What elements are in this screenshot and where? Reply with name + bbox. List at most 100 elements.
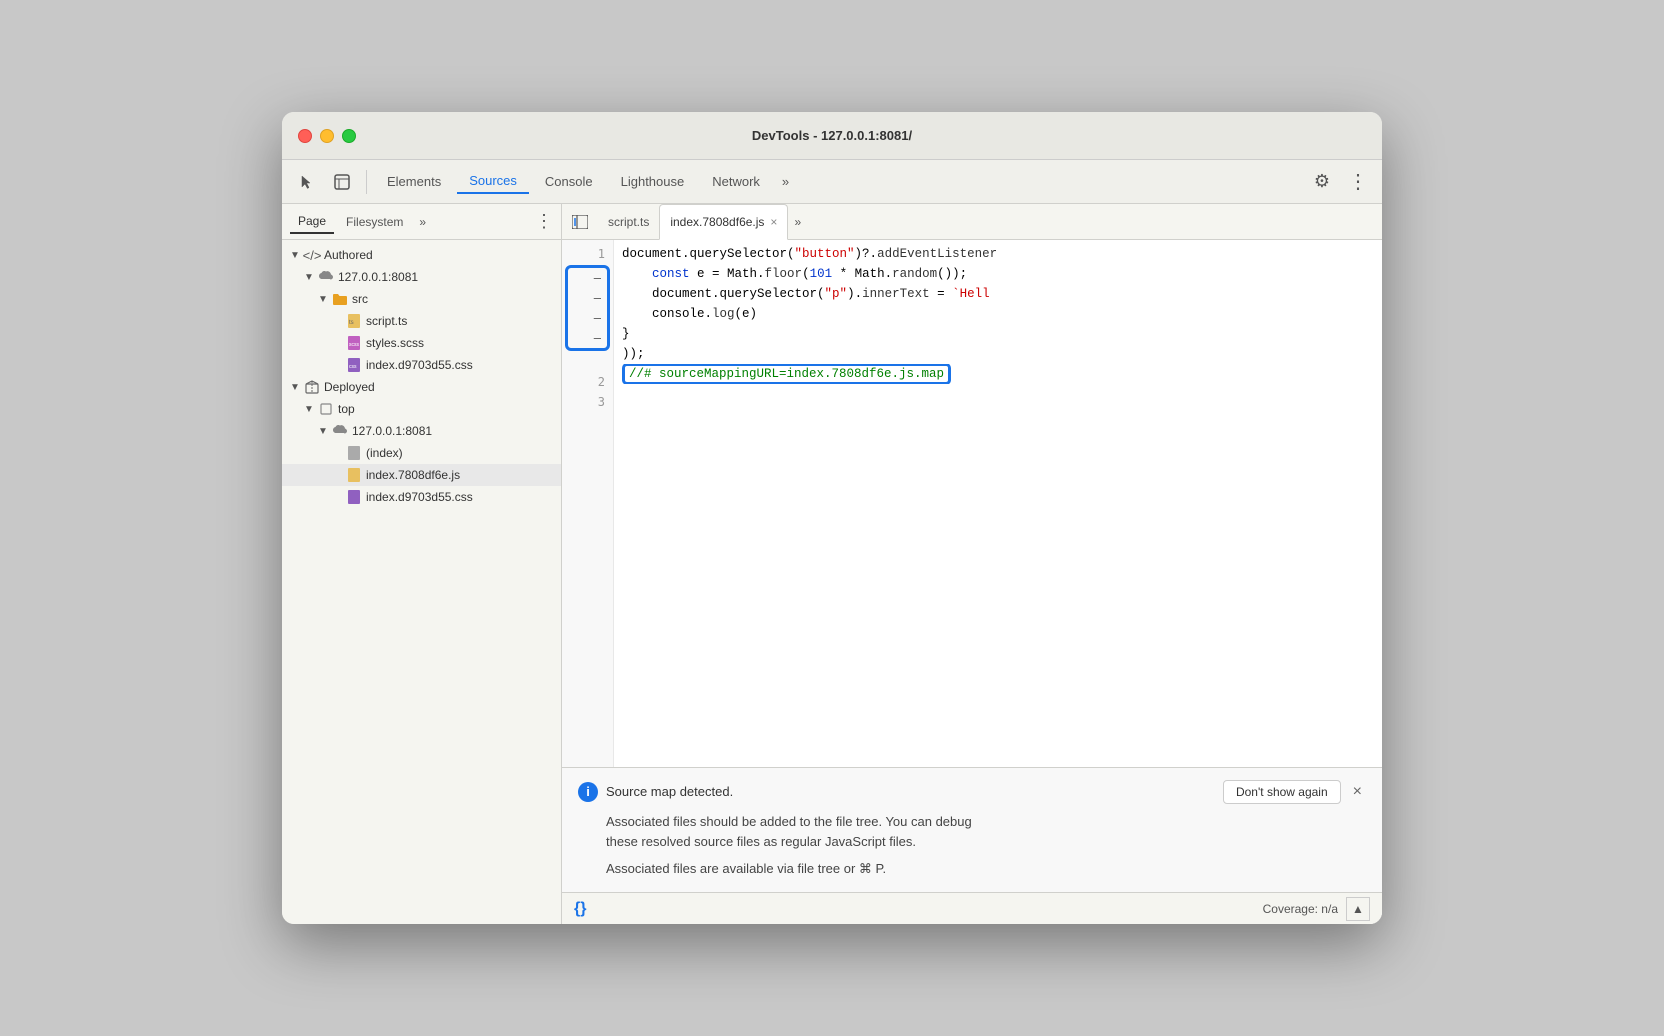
tree-item-label: Deployed (324, 380, 375, 394)
editor-tabs: script.ts index.7808df6e.js × » (562, 204, 1382, 240)
line-number-2: 2 (562, 372, 613, 392)
inspect-icon[interactable] (326, 166, 358, 198)
line-numbers: 1 – – – – 2 3 (562, 240, 614, 767)
sidebar-tab-filesystem[interactable]: Filesystem (338, 211, 411, 233)
tree-item-label: index.d9703d55.css (366, 490, 473, 504)
css-file-icon-2 (346, 489, 362, 505)
minimize-button[interactable] (320, 129, 334, 143)
svg-text:scss: scss (349, 342, 360, 348)
sidebar-item-src[interactable]: ▼ src (282, 288, 561, 310)
tree-item-label: script.ts (366, 314, 407, 328)
up-arrow-icon: ▲ (1352, 902, 1364, 916)
notification-title: Source map detected. (606, 784, 1215, 799)
code-line-5: } (622, 324, 1374, 344)
line-number-empty (562, 352, 613, 372)
tree-arrow: ▼ (318, 426, 332, 437)
notification-bar: i Source map detected. Don't show again … (562, 767, 1382, 892)
svg-text:css: css (349, 364, 357, 370)
sidebar-item-indexcss[interactable]: css index.d9703d55.css (282, 354, 561, 376)
css-file-icon: css (346, 357, 362, 373)
toggle-sidebar-icon[interactable] (566, 208, 594, 236)
sidebar-tabs: Page Filesystem » ⋮ (282, 204, 561, 240)
code-editor: 1 – – – – 2 3 (562, 240, 1382, 892)
line-numbers-highlight-box: – – – – (565, 265, 610, 351)
coverage-label: Coverage: n/a (1263, 902, 1338, 916)
code-icon: </> (304, 247, 320, 263)
cursor-icon[interactable] (290, 166, 322, 198)
tree-item-label: styles.scss (366, 336, 424, 350)
maximize-button[interactable] (342, 129, 356, 143)
tab-console[interactable]: Console (533, 170, 605, 193)
settings-icon[interactable]: ⚙ (1306, 166, 1338, 198)
traffic-lights (298, 129, 356, 143)
tree-item-label: 127.0.0.1:8081 (352, 424, 432, 438)
tab-lighthouse[interactable]: Lighthouse (609, 170, 697, 193)
editor-tab-label-active: index.7808df6e.js (670, 215, 764, 229)
sidebar-item-indexjs[interactable]: index.7808df6e.js (282, 464, 561, 486)
window-title: DevTools - 127.0.0.1:8081/ (752, 128, 912, 143)
sidebar-content: ▼ </> Authored ▼ 127.0.0.1:8081 ▼ (282, 240, 561, 924)
tab-network[interactable]: Network (700, 170, 772, 193)
tree-item-label: 127.0.0.1:8081 (338, 270, 418, 284)
code-line-4: console.log(e) (622, 304, 1374, 324)
tree-arrow: ▼ (318, 294, 332, 305)
tree-arrow: ▼ (304, 272, 318, 283)
notification-line3: Associated files are available via file … (606, 859, 1366, 880)
tab-elements[interactable]: Elements (375, 170, 453, 193)
notification-close-button[interactable]: × (1349, 783, 1366, 801)
titlebar: DevTools - 127.0.0.1:8081/ (282, 112, 1382, 160)
sidebar: Page Filesystem » ⋮ ▼ </> Authored ▼ (282, 204, 562, 924)
notification-body: Associated files should be added to the … (606, 812, 1366, 880)
dont-show-button[interactable]: Don't show again (1223, 780, 1341, 804)
sidebar-item-stylesscss[interactable]: scss styles.scss (282, 332, 561, 354)
sidebar-item-authored[interactable]: ▼ </> Authored (282, 244, 561, 266)
folder-icon (332, 291, 348, 307)
tree-arrow: ▼ (290, 382, 304, 393)
sidebar-tab-page[interactable]: Page (290, 210, 334, 234)
code-line-2: const e = Math.floor(101 * Math.random()… (622, 264, 1374, 284)
ts-file-icon: ts (346, 313, 362, 329)
tree-item-label: index.7808df6e.js (366, 468, 460, 482)
sidebar-item-indexcss2[interactable]: index.d9703d55.css (282, 486, 561, 508)
tree-item-label: Authored (324, 248, 373, 262)
line-number-dash-3: – (568, 308, 607, 328)
format-code-button[interactable]: {} (574, 900, 586, 918)
sidebar-item-top[interactable]: ▼ top (282, 398, 561, 420)
sidebar-menu-icon[interactable]: ⋮ (535, 211, 553, 232)
devtools-window: DevTools - 127.0.0.1:8081/ Elements Sour… (282, 112, 1382, 924)
cloud-icon (318, 269, 334, 285)
sidebar-item-host1[interactable]: ▼ 127.0.0.1:8081 (282, 266, 561, 288)
line-number-1: 1 (562, 244, 613, 264)
more-options-icon[interactable]: ⋮ (1342, 166, 1374, 198)
cloud-icon-2 (332, 423, 348, 439)
js-file-icon (346, 467, 362, 483)
toolbar-divider (366, 170, 367, 194)
code-line-3: document.querySelector("p").innerText = … (622, 284, 1374, 304)
scroll-to-top-button[interactable]: ▲ (1346, 897, 1370, 921)
editor-tab-more[interactable]: » (788, 213, 807, 231)
editor-tab-indexjs[interactable]: index.7808df6e.js × (659, 204, 788, 240)
editor-area: script.ts index.7808df6e.js × » 1 (562, 204, 1382, 924)
sidebar-item-host2[interactable]: ▼ 127.0.0.1:8081 (282, 420, 561, 442)
toolbar: Elements Sources Console Lighthouse Netw… (282, 160, 1382, 204)
editor-tab-label: script.ts (608, 215, 649, 229)
line-number-dash-4: – (568, 328, 607, 348)
editor-tab-close-icon[interactable]: × (770, 215, 777, 229)
close-button[interactable] (298, 129, 312, 143)
sidebar-item-deployed[interactable]: ▼ Deployed (282, 376, 561, 398)
status-bar: {} Coverage: n/a ▲ (562, 892, 1382, 924)
editor-tab-scriptts[interactable]: script.ts (598, 204, 659, 240)
tree-item-label: (index) (366, 446, 403, 460)
tree-item-label: top (338, 402, 355, 416)
toolbar-more[interactable]: » (776, 170, 795, 193)
line-number-3: 3 (562, 392, 613, 412)
tab-sources[interactable]: Sources (457, 169, 529, 194)
info-icon: i (578, 782, 598, 802)
sidebar-item-scriptts[interactable]: ts script.ts (282, 310, 561, 332)
scss-file-icon: scss (346, 335, 362, 351)
code-line-end (622, 384, 1374, 404)
html-file-icon (346, 445, 362, 461)
sidebar-tab-more[interactable]: » (415, 213, 430, 231)
box-icon (304, 379, 320, 395)
sidebar-item-index[interactable]: (index) (282, 442, 561, 464)
